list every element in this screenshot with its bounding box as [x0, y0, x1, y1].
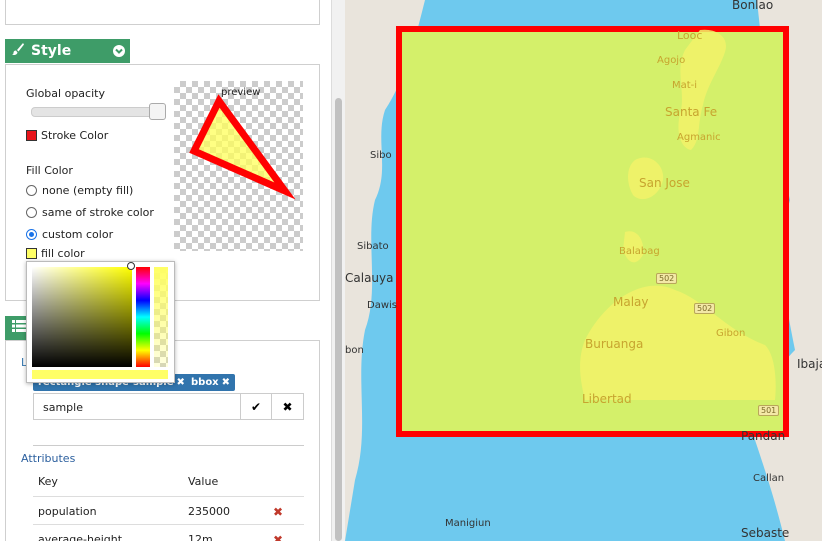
table-row: average-height 12m ✖: [33, 524, 304, 541]
scrollbar-thumb[interactable]: [335, 98, 342, 541]
paintbrush-icon: [11, 42, 25, 60]
fill-color-swatch-label: fill color: [41, 247, 85, 260]
global-opacity-slider[interactable]: [31, 103, 166, 120]
attr-value: 235000: [188, 505, 230, 518]
radio-none[interactable]: [26, 185, 37, 196]
map-label: Calauya: [345, 271, 394, 285]
color-picker[interactable]: [26, 261, 175, 383]
tag-remove-icon[interactable]: ✖: [222, 377, 230, 388]
radio-custom[interactable]: [26, 229, 37, 240]
list-icon: [12, 320, 26, 336]
map-label: Looc: [677, 29, 703, 42]
stroke-color-swatch[interactable]: [26, 130, 37, 141]
fill-option-same-stroke[interactable]: same of stroke color: [26, 206, 154, 219]
map-label: Callan: [753, 473, 785, 484]
tag-bbox-label: bbox: [191, 377, 219, 388]
map-label: Dawis: [367, 300, 397, 311]
fill-option-none-label: none (empty fill): [42, 184, 134, 197]
attributes-heading: Attributes: [21, 452, 76, 465]
fill-color-row[interactable]: fill color: [26, 247, 85, 260]
map-label: Buruanga: [585, 337, 644, 351]
road-shield: 502: [694, 303, 716, 314]
style-panel-header[interactable]: Style: [5, 39, 130, 63]
tag-remove-icon[interactable]: ✖: [177, 377, 185, 388]
sidebar: Style Global opacity Stroke Color previe…: [0, 0, 331, 541]
opacity-slider-handle[interactable]: [149, 103, 166, 120]
fill-color-label: Fill Color: [26, 164, 73, 177]
stroke-color-row[interactable]: Stroke Color: [26, 129, 108, 142]
map-label: Malay: [613, 295, 649, 309]
attr-key: average-height: [38, 533, 123, 541]
map-label: Sibo: [370, 150, 392, 161]
map-label: San Jose: [639, 176, 690, 190]
island-shape: [580, 29, 776, 400]
sidebar-scrollbar[interactable]: [331, 0, 346, 541]
divider: [33, 445, 304, 446]
map-label: Santa Fe: [665, 105, 718, 119]
road-shield: 502: [656, 273, 678, 284]
chevron-down-icon[interactable]: [113, 45, 125, 57]
layer-name-input[interactable]: sample: [33, 393, 241, 420]
map-label: Libertad: [582, 392, 632, 406]
cancel-button[interactable]: ✖: [271, 393, 304, 420]
map-label: Sebaste: [741, 526, 790, 540]
color-picker-saturation[interactable]: [32, 267, 132, 367]
attr-value: 12m: [188, 533, 213, 541]
confirm-button[interactable]: ✔: [240, 393, 272, 420]
radio-same-stroke[interactable]: [26, 207, 37, 218]
color-picker-cursor[interactable]: [127, 262, 135, 270]
fill-option-custom[interactable]: custom color: [26, 228, 113, 241]
map-label: Mat-i: [672, 80, 698, 91]
check-icon: ✔: [250, 399, 262, 414]
delete-icon[interactable]: ✖: [273, 505, 283, 519]
fill-option-custom-label: custom color: [42, 228, 114, 241]
stroke-color-label: Stroke Color: [41, 129, 109, 142]
fill-option-same-stroke-label: same of stroke color: [42, 206, 154, 219]
col-value-header: Value: [188, 475, 219, 488]
table-row: population 235000 ✖: [33, 496, 304, 525]
color-picker-alpha-fill: [154, 267, 168, 367]
global-opacity-label: Global opacity: [26, 87, 105, 100]
preview-triangle: [189, 94, 296, 200]
map-label: Pandan: [741, 429, 786, 443]
map-label: Manigiun: [445, 518, 491, 529]
color-picker-current: [32, 370, 168, 379]
map-label: Balabag: [619, 246, 660, 257]
map-label: Agojo: [657, 55, 686, 66]
map-view[interactable]: Bonlao Looc Agojo Mat-i Santa Fe Agmanic…: [345, 0, 822, 541]
road-shield: 501: [758, 405, 780, 416]
style-panel-title: Style: [31, 43, 72, 59]
tag-bbox[interactable]: bbox ✖: [186, 374, 236, 391]
map-label: bon: [345, 345, 364, 356]
map-label: Sibato: [357, 241, 389, 252]
fill-option-none[interactable]: none (empty fill): [26, 184, 133, 197]
map-label: Bonlao: [732, 0, 774, 12]
map-label: Gibon: [716, 328, 746, 339]
col-key-header: Key: [38, 475, 58, 488]
map-label: Agmanic: [677, 132, 721, 143]
close-icon: ✖: [282, 399, 293, 414]
delete-icon[interactable]: ✖: [273, 533, 283, 541]
fill-color-swatch[interactable]: [26, 248, 37, 259]
layer-name-value: sample: [43, 401, 83, 414]
color-picker-hue[interactable]: [136, 267, 150, 367]
map-label: Ibaja: [797, 357, 822, 371]
attr-key: population: [38, 505, 97, 518]
top-panel: [5, 0, 320, 25]
